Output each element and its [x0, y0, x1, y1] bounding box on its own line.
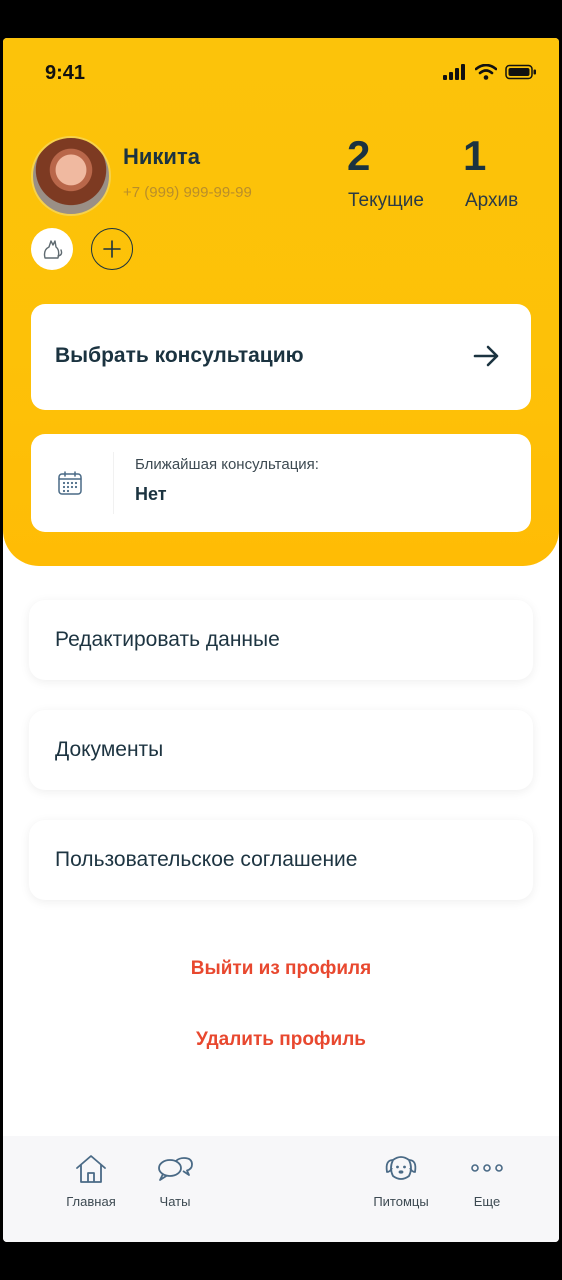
arrow-right-icon: [473, 345, 499, 367]
tab-pets[interactable]: Питомцы: [361, 1148, 441, 1209]
stat-current-label[interactable]: Текущие: [348, 190, 424, 212]
avatar[interactable]: [31, 136, 111, 216]
next-consultation-value: Нет: [135, 484, 167, 504]
add-pet-button[interactable]: [91, 228, 133, 270]
tab-home[interactable]: Главная: [51, 1148, 131, 1209]
profile-screen: 9:41 Никита +7 (999) 999-99-99 2 Текущие…: [3, 38, 559, 1242]
tab-more-label: Еще: [473, 1194, 501, 1209]
bottom-tab-bar: Главная Чаты Питомцы Еще: [3, 1136, 559, 1242]
stat-current-count: 2: [347, 132, 371, 179]
tab-chats-label: Чаты: [159, 1194, 191, 1209]
card-divider: [113, 452, 114, 514]
battery-icon: [505, 64, 536, 80]
more-icon: [471, 1164, 503, 1172]
status-bar: 9:41: [3, 38, 559, 98]
profile-phone: +7 (999) 999-99-99: [123, 184, 252, 201]
menu-user-agreement[interactable]: Пользовательское соглашение: [29, 820, 533, 900]
menu-documents[interactable]: Документы: [29, 710, 533, 790]
menu-documents-label: Документы: [55, 738, 164, 761]
tab-home-label: Главная: [66, 1194, 116, 1209]
dog-icon: [385, 1156, 417, 1180]
plus-icon: [103, 240, 121, 258]
stat-archive-count: 1: [463, 132, 487, 179]
home-icon: [76, 1155, 106, 1183]
tab-pets-label: Питомцы: [373, 1194, 429, 1209]
pet-avatar-button[interactable]: [31, 228, 73, 270]
menu-edit-data[interactable]: Редактировать данные: [29, 600, 533, 680]
menu-edit-data-label: Редактировать данные: [55, 628, 280, 651]
status-icons: [443, 64, 537, 80]
menu-user-agreement-label: Пользовательское соглашение: [55, 848, 358, 871]
next-consultation-title: Ближайшая консультация:: [135, 456, 319, 473]
stat-archive-label[interactable]: Архив: [465, 190, 518, 212]
next-consultation-card[interactable]: Ближайшая консультация: Нет: [31, 434, 531, 532]
tab-more[interactable]: Еще: [447, 1148, 527, 1209]
logout-button[interactable]: Выйти из профиля: [3, 958, 559, 980]
choose-consultation-label: Выбрать консультацию: [55, 344, 304, 367]
tab-chats[interactable]: Чаты: [135, 1148, 215, 1209]
cat-icon: [43, 240, 63, 259]
wifi-icon: [475, 64, 497, 80]
profile-header: 9:41 Никита +7 (999) 999-99-99 2 Текущие…: [3, 38, 559, 566]
delete-profile-button[interactable]: Удалить профиль: [3, 1029, 559, 1051]
status-time: 9:41: [45, 62, 86, 84]
signal-icon: [443, 64, 465, 80]
profile-name: Никита: [123, 144, 200, 169]
choose-consultation-button[interactable]: Выбрать консультацию: [31, 304, 531, 410]
calendar-icon: [58, 471, 82, 495]
chat-icon: [158, 1157, 193, 1181]
